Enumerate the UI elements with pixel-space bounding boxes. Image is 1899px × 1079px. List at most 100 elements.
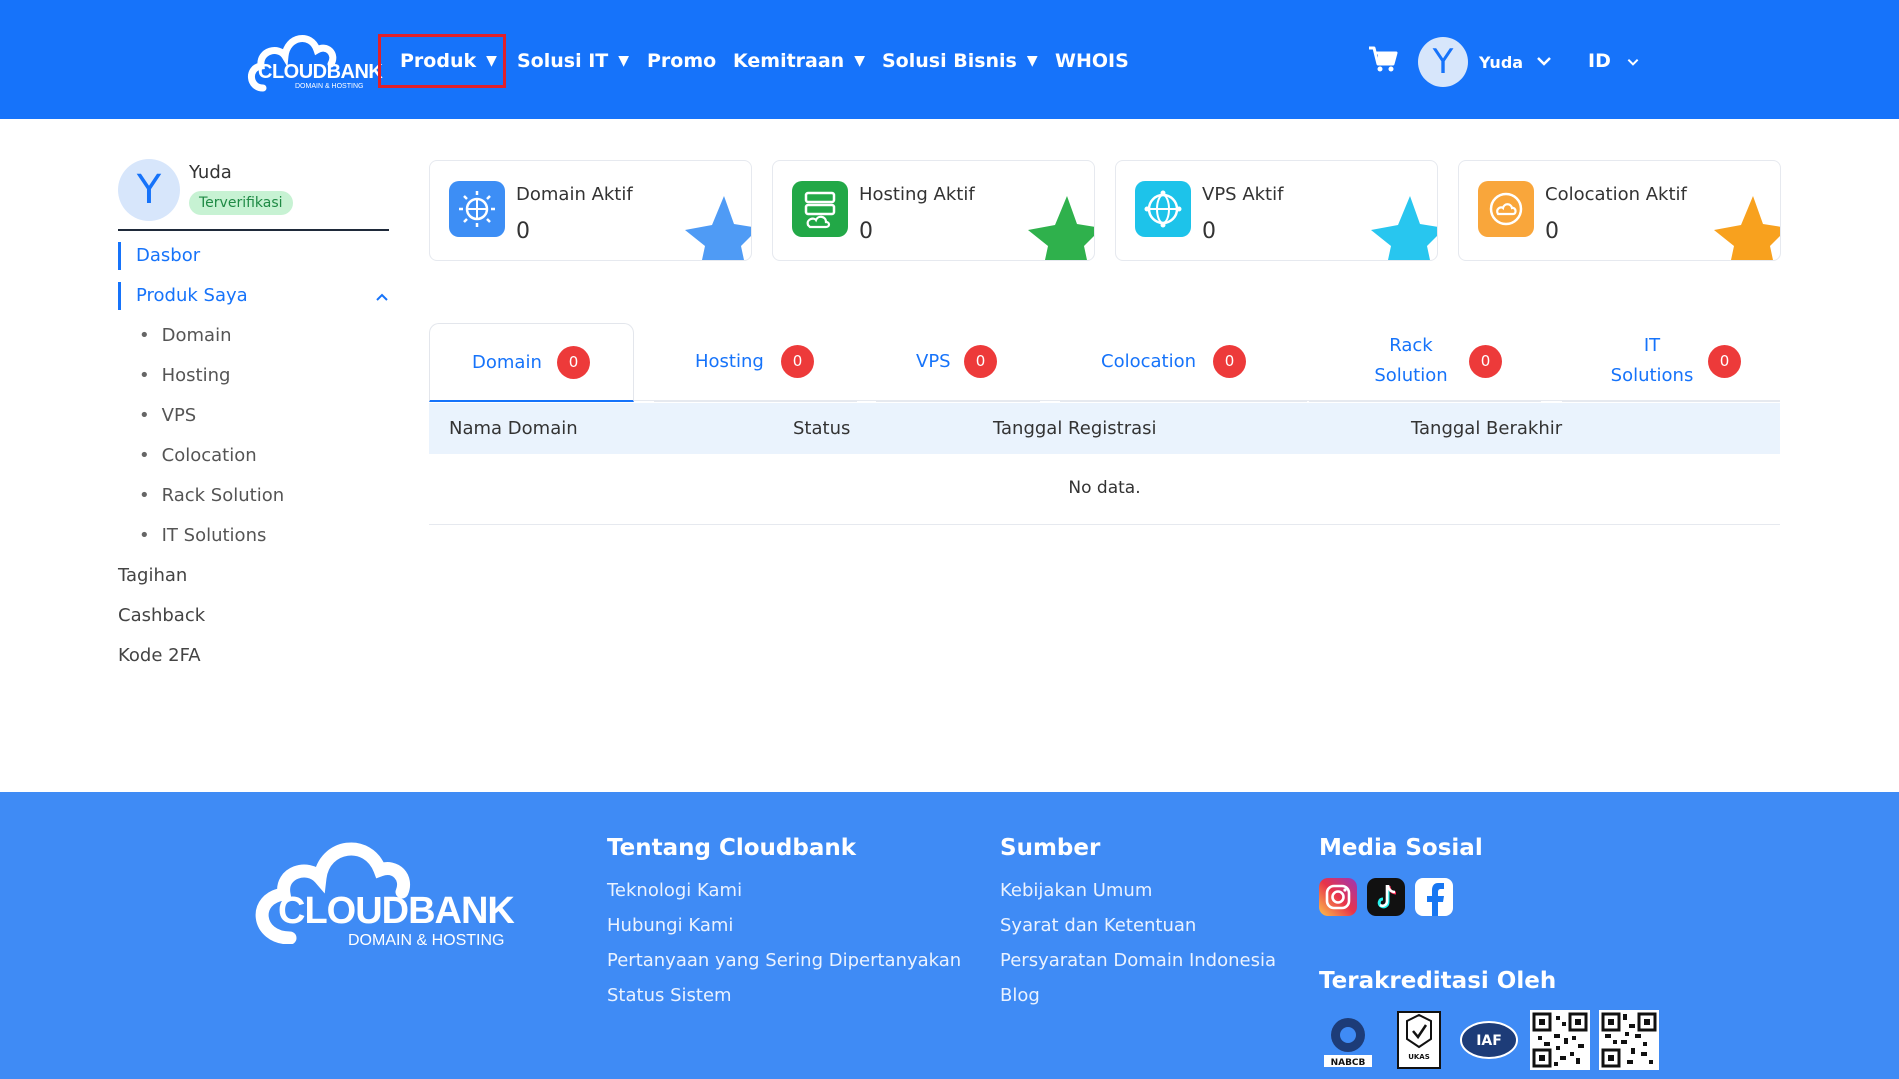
sidebar-subitem-hosting[interactable]: Hosting (139, 365, 231, 386)
nav-kemitraan[interactable]: Kemitraan ▼ (733, 50, 865, 72)
column-header-nama-domain[interactable]: Nama Domain (449, 418, 578, 439)
footer-link[interactable]: Persyaratan Domain Indonesia (1000, 950, 1276, 971)
nav-solusi-it[interactable]: Solusi IT ▼ (517, 50, 629, 72)
card-vps-aktif[interactable]: VPS Aktif 0 (1115, 160, 1438, 261)
chevron-down-icon[interactable] (1535, 52, 1553, 70)
tab-domain[interactable]: Domain 0 (429, 323, 634, 402)
chevron-up-icon[interactable] (374, 289, 390, 305)
card-title: Colocation Aktif (1545, 184, 1687, 205)
card-title: Domain Aktif (516, 184, 633, 205)
nav-whois[interactable]: WHOIS (1055, 50, 1129, 72)
caret-down-icon: ▼ (618, 53, 630, 69)
footer-logo-subtitle: DOMAIN & HOSTING (348, 932, 505, 949)
user-avatar[interactable]: Y (1418, 37, 1468, 87)
table-header: Nama Domain Status Tanggal Registrasi Ta… (429, 403, 1780, 454)
caret-down-icon: ▼ (1026, 53, 1038, 69)
card-domain-aktif[interactable]: Domain Aktif 0 (429, 160, 752, 261)
footer-link[interactable]: Syarat dan Ketentuan (1000, 915, 1196, 936)
instagram-icon[interactable] (1319, 878, 1357, 916)
cart-icon[interactable] (1368, 44, 1398, 74)
nabcb-label: NABCB (1331, 1058, 1366, 1068)
card-colocation-aktif[interactable]: Colocation Aktif 0 (1458, 160, 1781, 261)
table-body: No data. (429, 455, 1780, 525)
server-icon (792, 181, 848, 237)
star-decoration-icon (1028, 196, 1094, 260)
footer-logo[interactable]: CLOUDBANK DOMAIN & HOSTING (250, 834, 525, 949)
ukas-logo-icon: UKAS (1397, 1011, 1441, 1069)
tab-colocation[interactable]: Colocation 0 (1060, 323, 1307, 402)
language-selector[interactable]: ID (1588, 50, 1611, 72)
colocation-cloud-icon (1478, 181, 1534, 237)
top-navbar: CLOUDBANK DOMAIN & HOSTING Produk ▼ Solus… (0, 0, 1899, 119)
sidebar-divider (118, 229, 389, 231)
iaf-label: IAF (1476, 1033, 1502, 1049)
sidebar-item-tagihan[interactable]: Tagihan (118, 565, 187, 586)
footer-link[interactable]: Hubungi Kami (607, 915, 733, 936)
tab-label-line1: IT (1643, 335, 1661, 356)
globe-network-icon (449, 181, 505, 237)
footer-link[interactable]: Pertanyaan yang Sering Dipertanyakan (607, 950, 961, 971)
tab-hosting[interactable]: Hosting 0 (654, 323, 857, 402)
user-name[interactable]: Yuda (1479, 53, 1523, 72)
card-title: Hosting Aktif (859, 184, 975, 205)
facebook-icon[interactable] (1415, 878, 1453, 916)
nav-solusi-bisnis[interactable]: Solusi Bisnis ▼ (882, 50, 1038, 72)
card-value: 0 (859, 219, 873, 244)
sidebar-subitem-colocation[interactable]: Colocation (139, 445, 257, 466)
footer-link[interactable]: Status Sistem (607, 985, 732, 1006)
sidebar-subitem-vps[interactable]: VPS (139, 405, 197, 426)
sidebar-avatar: Y (118, 159, 180, 221)
tiktok-icon[interactable] (1367, 878, 1405, 916)
tab-label: VPS (916, 351, 951, 372)
footer-title-terakreditasi: Terakreditasi Oleh (1319, 968, 1557, 994)
column-header-tanggal-registrasi[interactable]: Tanggal Registrasi (993, 418, 1157, 439)
footer-link[interactable]: Blog (1000, 985, 1040, 1006)
sidebar-item-kode-2fa[interactable]: Kode 2FA (118, 645, 201, 666)
sidebar-subitem-domain[interactable]: Domain (139, 325, 232, 346)
verified-badge: Terverifikasi (189, 191, 293, 215)
nav-kemitraan-label: Kemitraan (733, 50, 845, 72)
logo-text: CLOUDBANK (258, 61, 383, 83)
cloudbank-logo[interactable]: CLOUDBANK DOMAIN & HOSTING (245, 28, 383, 94)
footer-link[interactable]: Kebijakan Umum (1000, 880, 1152, 901)
tab-count-badge: 0 (964, 345, 997, 378)
star-decoration-icon (1371, 196, 1437, 260)
star-decoration-icon (685, 196, 751, 260)
nav-solusi-it-label: Solusi IT (517, 50, 609, 72)
nav-promo-label: Promo (647, 50, 717, 72)
footer-logo-text: CLOUDBANK (278, 890, 515, 932)
empty-table-message: No data. (1068, 478, 1141, 498)
tab-vps[interactable]: VPS 0 (876, 323, 1040, 402)
card-value: 0 (516, 219, 530, 244)
tab-count-badge: 0 (781, 345, 814, 378)
logo-subtitle: DOMAIN & HOSTING (295, 83, 364, 90)
footer-title-sumber: Sumber (1000, 835, 1101, 861)
nabcb-logo-icon: NABCB (1324, 1018, 1372, 1068)
tab-it-solutions[interactable]: IT Solutions 0 (1562, 323, 1780, 402)
sidebar-item-cashback[interactable]: Cashback (118, 605, 205, 626)
card-value: 0 (1545, 219, 1559, 244)
tab-count-badge: 0 (1213, 345, 1246, 378)
tab-label-line2: Solutions (1610, 365, 1694, 386)
qr-code-icon[interactable] (1530, 1010, 1590, 1070)
footer-title-tentang: Tentang Cloudbank (607, 835, 857, 861)
sidebar-subitem-it-solutions[interactable]: IT Solutions (139, 525, 267, 546)
column-header-status[interactable]: Status (793, 418, 850, 439)
tab-label: Domain (472, 352, 542, 373)
column-header-tanggal-berakhir[interactable]: Tanggal Berakhir (1411, 418, 1562, 439)
tab-rack-solution[interactable]: Rack Solution 0 (1309, 323, 1541, 402)
chevron-down-icon[interactable] (1626, 55, 1640, 69)
sidebar-item-produk-saya[interactable]: Produk Saya (118, 282, 248, 310)
nav-solusi-bisnis-label: Solusi Bisnis (882, 50, 1017, 72)
footer-link[interactable]: Teknologi Kami (607, 880, 742, 901)
star-decoration-icon (1714, 196, 1780, 260)
caret-down-icon: ▼ (854, 53, 865, 69)
nav-whois-label: WHOIS (1055, 50, 1129, 72)
sidebar-subitem-rack-solution[interactable]: Rack Solution (139, 485, 285, 506)
sidebar-item-dasbor[interactable]: Dasbor (118, 242, 200, 270)
nav-promo[interactable]: Promo (647, 50, 716, 72)
qr-code-icon[interactable] (1599, 1010, 1659, 1070)
tab-label-line1: Rack (1389, 335, 1433, 356)
ukas-label: UKAS (1408, 1053, 1430, 1061)
card-hosting-aktif[interactable]: Hosting Aktif 0 (772, 160, 1095, 261)
